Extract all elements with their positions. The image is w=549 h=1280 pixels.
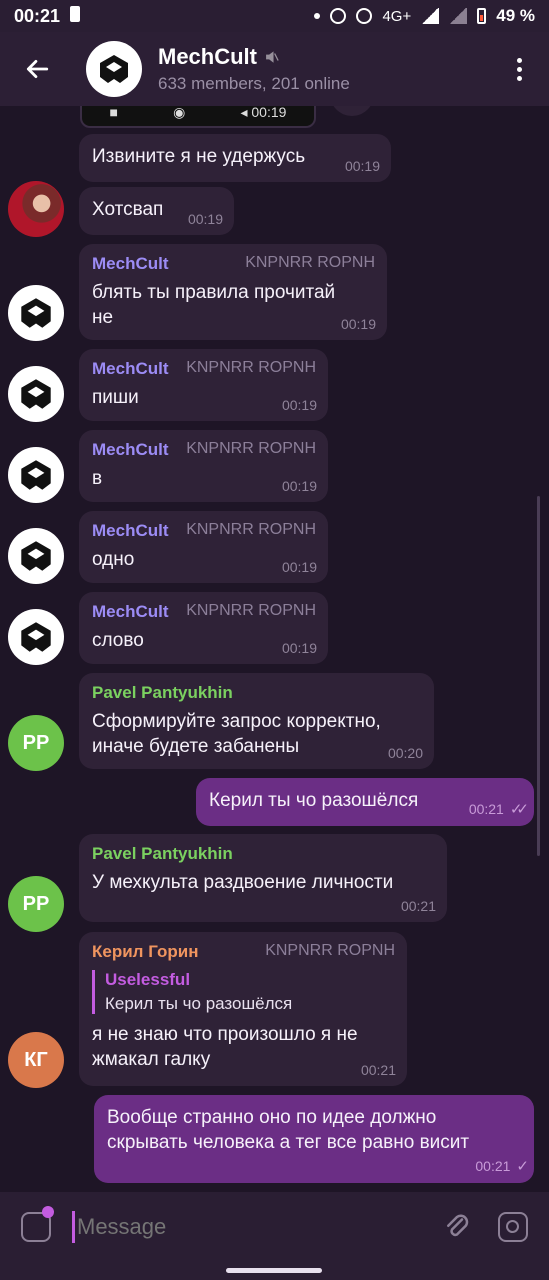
sender-name[interactable]: Pavel Pantyukhin xyxy=(92,683,422,703)
camera-icon xyxy=(498,1212,528,1242)
message-text: Сформируйте запрос корректно, иначе буде… xyxy=(92,711,381,757)
admin-tag: KNPNRR ROPNH xyxy=(186,602,316,619)
more-vertical-icon xyxy=(516,57,522,63)
message-bubble[interactable]: Извините я не удержусь 00:19 xyxy=(79,134,391,182)
attach-button[interactable] xyxy=(437,1207,477,1247)
check-icon: ✓ xyxy=(516,1158,528,1175)
alert-icon xyxy=(70,5,81,27)
message-time: 00:21 xyxy=(360,1062,396,1078)
status-time: 00:21 xyxy=(14,5,61,26)
admin-tag: KNPNRR ROPNH xyxy=(245,254,375,271)
message-time: 00:19 xyxy=(281,397,317,413)
message-bubble[interactable]: MechCult KNPNRR ROPNH пиши 00:19 xyxy=(79,349,328,421)
notification-dot-icon xyxy=(314,13,321,19)
sticker-button[interactable] xyxy=(0,1206,72,1242)
camera-button[interactable] xyxy=(477,1212,549,1242)
stop-icon: ■ xyxy=(109,106,119,120)
message-list[interactable]: ■ ◉ ◂ 00:19 Извините я не удержусь 00:19… xyxy=(0,106,549,1192)
network-type: 4G+ xyxy=(382,7,412,25)
mute-notifications-icon xyxy=(330,8,347,24)
video-message[interactable]: ■ ◉ ◂ 00:19 xyxy=(80,106,316,128)
avatar[interactable]: PP xyxy=(8,715,64,771)
mechcult-logo-icon xyxy=(21,541,51,571)
chat-header: MechCult 633 members, 201 online xyxy=(0,32,549,106)
message-text: Извините я не удержусь xyxy=(92,146,306,167)
signal-icon xyxy=(421,8,440,24)
avatar[interactable] xyxy=(8,366,64,422)
message-bubble[interactable]: MechCult KNPNRR ROPNH одно 00:19 xyxy=(79,511,328,583)
avatar[interactable] xyxy=(8,447,64,503)
avatar[interactable] xyxy=(8,181,64,237)
mechcult-logo-icon xyxy=(21,298,51,328)
back-button[interactable] xyxy=(0,32,74,106)
reply-quote[interactable]: Uselessful Керил ты чо разошёлся xyxy=(92,970,395,1014)
message-time: 00:20 xyxy=(387,745,423,761)
message-bubble[interactable]: Pavel Pantyukhin Сформируйте запрос корр… xyxy=(79,673,434,769)
admin-tag: KNPNRR ROPNH xyxy=(186,359,316,376)
paperclip-icon xyxy=(447,1214,469,1237)
mechcult-logo-icon xyxy=(21,460,51,490)
message-text: блять ты правила прочитай не xyxy=(92,282,336,328)
battery-icon xyxy=(477,8,487,24)
avatar[interactable] xyxy=(8,528,64,584)
message-time: 00:19 xyxy=(281,559,317,575)
message-bubble[interactable]: MechCult KNPNRR ROPNH слово 00:19 xyxy=(79,592,328,664)
battery-percent: 49 % xyxy=(496,6,535,25)
avatar[interactable] xyxy=(8,285,64,341)
outgoing-message-bubble[interactable]: Вообще странно оно по идее должно скрыва… xyxy=(94,1095,534,1183)
message-text: У мехкульта раздвоение личности xyxy=(92,872,394,893)
share-button[interactable] xyxy=(330,106,374,116)
message-time: 00:21 ✓ xyxy=(475,1158,528,1175)
message-time: 00:21 xyxy=(400,898,436,914)
message-bubble[interactable]: MechCult KNPNRR ROPNH в 00:19 xyxy=(79,430,328,502)
signal-2-icon xyxy=(449,8,468,24)
status-bar: 00:21 4G+ 49 % xyxy=(0,0,549,32)
avatar[interactable]: КГ xyxy=(8,1032,64,1088)
message-text: я не знаю что произошло я не жмакал галк… xyxy=(92,1024,358,1070)
message-bubble[interactable]: MechCult KNPNRR ROPNH блять ты правила п… xyxy=(79,244,387,340)
mechcult-logo-icon xyxy=(100,55,128,83)
double-check-icon: ✓✓ xyxy=(509,801,529,818)
avatar[interactable]: PP xyxy=(8,876,64,932)
message-time: 00:19 xyxy=(344,158,380,174)
message-composer xyxy=(0,1192,549,1262)
mechcult-logo-icon xyxy=(21,622,51,652)
arrow-left-icon xyxy=(26,60,49,78)
more-menu-button[interactable] xyxy=(489,57,549,81)
home-indicator[interactable] xyxy=(226,1268,322,1273)
system-nav-bar xyxy=(0,1262,549,1280)
avatar[interactable] xyxy=(8,609,64,665)
message-bubble[interactable]: Хотсвап 00:19 xyxy=(79,187,234,235)
admin-tag: KNPNRR ROPNH xyxy=(265,942,395,959)
chat-subtitle: 633 members, 201 online xyxy=(158,74,350,93)
text-cursor xyxy=(72,1211,75,1243)
sender-name[interactable]: Pavel Pantyukhin xyxy=(92,844,435,864)
scrollbar[interactable] xyxy=(537,496,540,856)
muted-icon xyxy=(266,51,279,63)
message-input[interactable] xyxy=(77,1214,377,1240)
group-avatar[interactable] xyxy=(86,41,142,97)
message-time: 00:19 xyxy=(281,640,317,656)
new-indicator xyxy=(42,1206,54,1218)
do-not-disturb-icon xyxy=(356,8,373,24)
message-bubble[interactable]: Керил Горин KNPNRR ROPNH Uselessful Кери… xyxy=(79,932,407,1086)
message-time: 00:19 xyxy=(340,316,376,332)
outgoing-message-bubble[interactable]: Керил ты чо разошёлся 00:21 ✓✓ xyxy=(196,778,534,826)
chat-title: MechCult xyxy=(158,44,257,69)
message-text: Вообще странно оно по идее должно скрыва… xyxy=(107,1107,470,1153)
header-info[interactable]: MechCult 633 members, 201 online xyxy=(158,44,350,94)
message-bubble[interactable]: Pavel Pantyukhin У мехкульта раздвоение … xyxy=(79,834,447,922)
admin-tag: KNPNRR ROPNH xyxy=(186,521,316,538)
admin-tag: KNPNRR ROPNH xyxy=(186,440,316,457)
mechcult-logo-icon xyxy=(21,379,51,409)
message-time: 00:21 ✓✓ xyxy=(468,801,529,818)
record-icon: ◉ xyxy=(173,106,186,120)
message-time: 00:19 xyxy=(281,478,317,494)
video-duration: 00:19 xyxy=(251,106,287,120)
reply-sender: Uselessful xyxy=(105,970,191,989)
message-time: 00:19 xyxy=(187,211,223,227)
reply-text: Керил ты чо разошёлся xyxy=(105,994,293,1013)
